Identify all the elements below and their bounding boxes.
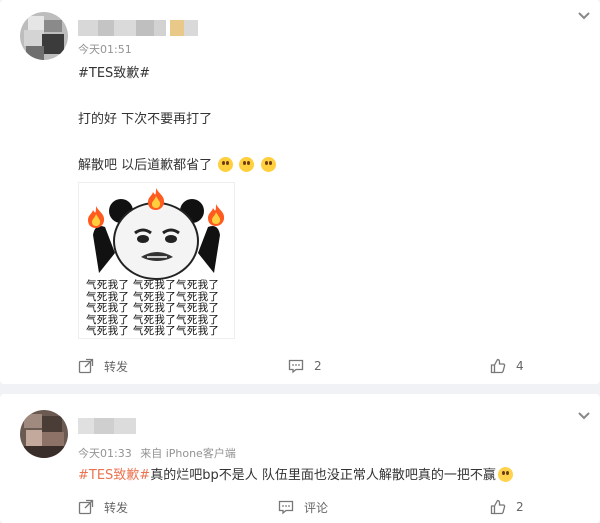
repost-label: 转发	[104, 500, 129, 515]
timestamp: 今天01:33	[78, 447, 132, 460]
like-icon	[490, 358, 506, 374]
repost-label: 转发	[104, 359, 129, 374]
chevron-down-icon[interactable]	[576, 408, 592, 424]
meme-caption-line: 气死我了 气死我了气死我了	[86, 302, 220, 314]
repost-icon	[78, 499, 94, 515]
comment-button[interactable]: 2	[288, 354, 322, 378]
like-button[interactable]: 2	[490, 495, 524, 519]
comment-icon	[288, 359, 304, 374]
meme-caption: 气死我了 气死我了气死我了 气死我了 气死我了气死我了 气死我了 气死我了气死我…	[86, 279, 232, 338]
action-bar: 转发 2 4	[0, 354, 600, 378]
like-count: 2	[516, 500, 524, 514]
post-source: 来自 iPhone客户端	[140, 447, 236, 460]
comment-text-line-with-emoji: 解散吧 以后道歉都省了	[78, 154, 276, 173]
repost-button[interactable]: 转发	[78, 495, 128, 519]
comment-button[interactable]: 评论	[278, 495, 328, 519]
meme-caption-line: 气死我了 气死我了气死我了	[86, 325, 220, 337]
comment-text-line-with-emoji: #TES致歉#真的烂吧bp不是人 队伍里面也没正常人解散吧真的一把不赢	[78, 464, 513, 483]
meme-caption-line: 气死我了 气死我了气死我了	[86, 279, 220, 291]
comment-text-line: 打的好 下次不要再打了	[78, 112, 213, 127]
chevron-down-icon[interactable]	[576, 8, 592, 24]
fire-icon	[148, 188, 165, 210]
comment-card: 今天01:33 来自 iPhone客户端 #TES致歉#真的烂吧bp不是人 队伍…	[0, 394, 600, 523]
comment-text-line: 解散吧 以后道歉都省了	[78, 158, 213, 173]
timestamp: 今天01:51	[78, 43, 132, 56]
like-button[interactable]: 4	[490, 354, 524, 378]
comment-meta: 今天01:51	[78, 41, 137, 57]
grin-emoji-icon	[239, 157, 255, 172]
comment-count: 2	[314, 359, 322, 373]
grin-emoji-icon	[218, 157, 234, 172]
repost-button[interactable]: 转发	[78, 354, 128, 378]
hashtag-link[interactable]: #TES致歉#	[78, 62, 150, 81]
username-pixelated[interactable]	[78, 20, 208, 36]
like-count: 4	[516, 359, 524, 373]
comment-meta: 今天01:33 来自 iPhone客户端	[78, 445, 241, 461]
grin-emoji-icon	[260, 157, 276, 172]
repost-icon	[78, 358, 94, 374]
comment-icon	[278, 500, 294, 515]
avatar[interactable]	[20, 12, 68, 60]
username-pixelated[interactable]	[78, 418, 138, 434]
meme-image[interactable]: 气死我了 气死我了气死我了 气死我了 气死我了气死我了 气死我了 气死我了气死我…	[78, 182, 235, 339]
comment-card: 今天01:51 #TES致歉# 打的好 下次不要再打了 解散吧 以后道歉都省了	[0, 0, 600, 384]
comment-text: 真的烂吧bp不是人 队伍里面也没正常人解散吧真的一把不赢	[150, 468, 496, 483]
fire-icon	[88, 206, 105, 228]
fire-icon	[208, 204, 225, 226]
comment-label: 评论	[304, 500, 329, 515]
cry-emoji-icon	[497, 467, 513, 482]
hashtag-link[interactable]: #TES致歉#	[78, 468, 150, 483]
avatar[interactable]	[20, 410, 68, 458]
like-icon	[490, 499, 506, 515]
action-bar: 转发 评论 2	[0, 495, 600, 519]
